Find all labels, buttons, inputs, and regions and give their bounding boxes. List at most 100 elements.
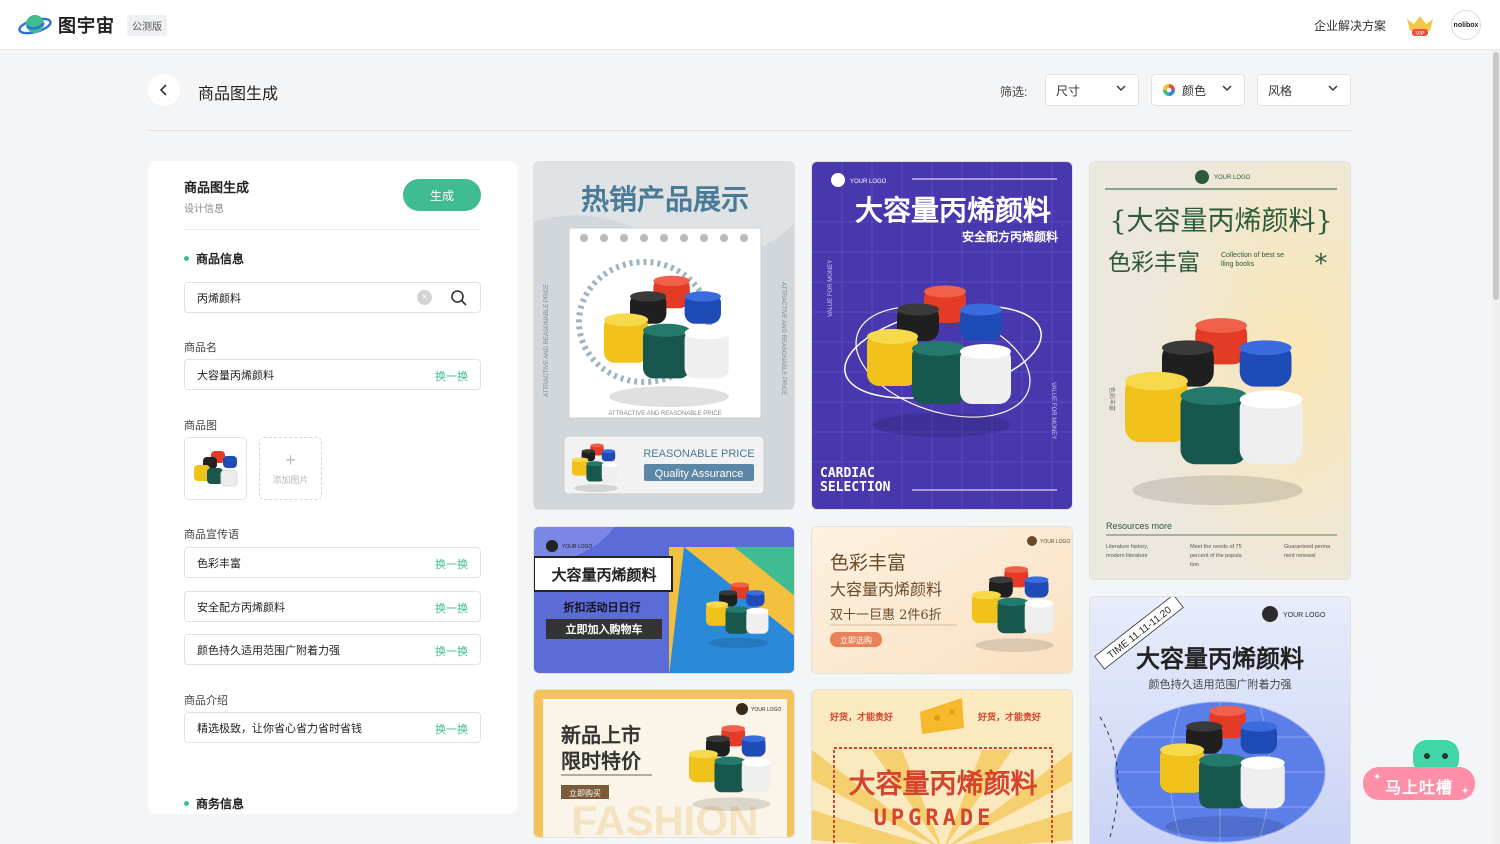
back-button[interactable]	[148, 74, 180, 106]
product-image-thumbnail[interactable]	[184, 437, 247, 500]
page-title: 商品图生成	[198, 86, 279, 103]
template-card-1[interactable]: 热销产品展示 ATTRACTIVE AND REASONABLE PRICE A…	[533, 161, 795, 510]
template-preview: 热销产品展示 ATTRACTIVE AND REASONABLE PRICE A…	[534, 162, 794, 509]
swap-button[interactable]: 换一换	[435, 721, 468, 737]
vip-label: VIP	[1416, 31, 1425, 37]
template-preview: 好货，才能贵好 好货，才能贵好 大容量丙烯颜料 UPGRADE	[812, 690, 1072, 844]
card-col-text: modern literature	[1106, 553, 1148, 559]
card-title: 大容量丙烯颜料	[849, 768, 1038, 800]
slogan-label: 商品宣传语	[184, 529, 239, 541]
plus-icon: +	[285, 450, 296, 470]
product-name-field[interactable]: 大容量丙烯颜料 换一换	[184, 359, 481, 390]
template-preview: FASHION YOUR LOGO 新品上市 限时特价 立即购买	[534, 690, 794, 837]
card-logo: YOUR LOGO	[562, 544, 592, 550]
panel-subtitle: 设计信息	[184, 204, 224, 215]
filter-size-select[interactable]: 尺寸	[1045, 74, 1139, 106]
enterprise-link[interactable]: 企业解决方案	[1314, 17, 1386, 34]
clear-icon[interactable]: ×	[417, 290, 432, 305]
card-button: 立即购买	[569, 788, 601, 798]
card-title: 大容量丙烯颜料	[551, 566, 656, 584]
template-card-8[interactable]: 好货，才能贵好 好货，才能贵好 大容量丙烯颜料 UPGRADE	[811, 689, 1073, 844]
card-logo: YOUR LOGO	[1283, 612, 1326, 619]
card-col-text: percent of the popula	[1190, 553, 1243, 559]
card-col-text: Guaranteed perma	[1284, 544, 1331, 550]
card-slogan-left: 好货，才能贵好	[829, 711, 893, 723]
slogan-value: 颜色持久适用范围广附着力强	[197, 644, 340, 657]
card-price-tag: REASONABLE PRICE	[643, 448, 754, 460]
filter-label: 筛选:	[1000, 85, 1028, 99]
scrollbar-thumb[interactable]	[1493, 52, 1499, 300]
card-col-text: tion	[1190, 562, 1199, 568]
panel-divider	[184, 229, 481, 230]
product-name-value: 大容量丙烯颜料	[197, 369, 274, 382]
card-button: 立即加入购物车	[566, 622, 643, 636]
intro-label: 商品介绍	[184, 695, 228, 707]
feedback-widget[interactable]: ✦ ✦ 马上吐槽	[1363, 740, 1475, 802]
template-card-2[interactable]: YOUR LOGO 大容量丙烯颜料 安全配方丙烯颜料 VALUE FOR MON…	[811, 161, 1073, 510]
swap-button[interactable]: 换一换	[435, 600, 468, 616]
card-title: 大容量丙烯颜料	[855, 194, 1051, 227]
template-card-6[interactable]: YOUR LOGO TIME 11.11-11.20 大容量丙烯颜料 颜色持久适…	[1089, 596, 1351, 844]
card-title: {大容量丙烯颜料}	[1109, 206, 1332, 237]
search-icon[interactable]	[450, 289, 468, 307]
card-logo: YOUR LOGO	[751, 707, 781, 713]
swap-button[interactable]: 换一换	[435, 556, 468, 572]
template-card-5[interactable]: YOUR LOGO 色彩丰富 大容量丙烯颜料 双十一巨惠 2件6折 立即选购	[811, 526, 1073, 674]
intro-value: 精选极致，让你省心省力省时省钱	[197, 722, 362, 735]
filter-style-select[interactable]: 风格	[1257, 74, 1351, 106]
template-preview: YOUR LOGO TIME 11.11-11.20 大容量丙烯颜料 颜色持久适…	[1090, 597, 1350, 844]
slogan-field-3[interactable]: 颜色持久适用范围广附着力强 换一换	[184, 634, 481, 665]
intro-field[interactable]: 精选极致，让你省心省力省时省钱 换一换	[184, 712, 481, 743]
template-preview: YOUR LOGO {大容量丙烯颜料} 色彩丰富 Collection of b…	[1090, 162, 1350, 579]
section-dot	[184, 801, 189, 806]
header-divider	[148, 130, 1352, 131]
template-preview: YOUR LOGO 大容量丙烯颜料 安全配方丙烯颜料 VALUE FOR MON…	[812, 162, 1072, 509]
template-card-3[interactable]: YOUR LOGO {大容量丙烯颜料} 色彩丰富 Collection of b…	[1089, 161, 1351, 580]
card-side-text: ATTRACTIVE AND REASONABLE PRICE	[544, 284, 550, 397]
avatar[interactable]: nolibox	[1451, 10, 1481, 40]
panel-title: 商品图生成	[184, 180, 250, 195]
add-image-button[interactable]: + 添加图片	[259, 437, 322, 500]
generate-button[interactable]: 生成	[403, 179, 481, 211]
business-info-heading-text: 商务信息	[196, 797, 245, 811]
svg-text:✦: ✦	[1373, 772, 1381, 783]
beta-badge: 公测版	[127, 14, 167, 36]
design-panel: 商品图生成 设计信息 生成 商品信息 丙烯颜料 × 商品名 大容量丙烯颜料 换一…	[148, 161, 517, 814]
swap-button[interactable]: 换一换	[435, 368, 468, 384]
card-footer-line1: CARDIAC	[820, 466, 875, 481]
chevron-down-icon	[1116, 85, 1126, 91]
card-line1: 色彩丰富	[830, 552, 906, 574]
card-subtitle: 安全配方丙烯颜料	[962, 229, 1058, 244]
card-logo: YOUR LOGO	[1214, 175, 1251, 181]
card-side-text: 色彩丰富	[1108, 387, 1116, 411]
planet-logo-icon	[18, 15, 52, 35]
card-col-text: Meet the needs of 75	[1190, 544, 1242, 550]
card-button: 立即选购	[840, 635, 872, 645]
chevron-left-icon	[159, 84, 167, 96]
paint-jars-image	[185, 438, 246, 499]
swap-button[interactable]: 换一换	[435, 643, 468, 659]
card-footer-line2: SELECTION	[820, 480, 891, 495]
add-image-label: 添加图片	[272, 475, 309, 485]
chevron-down-icon	[1222, 85, 1232, 91]
svg-text:✦: ✦	[1461, 786, 1469, 797]
section-dot	[184, 256, 189, 261]
template-card-4[interactable]: YOUR LOGO 大容量丙烯颜料 折扣活动日日行 立即加入购物车	[533, 526, 795, 674]
card-title: 大容量丙烯颜料	[1136, 645, 1304, 673]
card-logo: YOUR LOGO	[850, 179, 887, 185]
slogan-field-2[interactable]: 安全配方丙烯颜料 换一换	[184, 591, 481, 622]
slogan-field-1[interactable]: 色彩丰富 换一换	[184, 547, 481, 578]
search-input[interactable]: 丙烯颜料 ×	[184, 282, 481, 313]
business-info-heading: 商务信息	[184, 795, 244, 812]
filter-color-select[interactable]: 颜色	[1151, 74, 1245, 106]
card-quality-tag: Quality Assurance	[655, 468, 744, 480]
chevron-down-icon	[1328, 85, 1338, 91]
template-card-7[interactable]: FASHION YOUR LOGO 新品上市 限时特价 立即购买	[533, 689, 795, 838]
card-logo: YOUR LOGO	[1040, 539, 1070, 545]
filter-size-label: 尺寸	[1056, 83, 1081, 98]
slogan-value: 安全配方丙烯颜料	[197, 601, 285, 614]
card-side-text: ATTRACTIVE AND REASONABLE PRICE	[780, 282, 786, 395]
brand-logo[interactable]: 图宇宙 公测版	[18, 11, 167, 39]
vip-crown-icon[interactable]: VIP	[1404, 13, 1436, 37]
top-bar: 图宇宙 公测版 企业解决方案 VIP nolibox	[0, 0, 1500, 50]
